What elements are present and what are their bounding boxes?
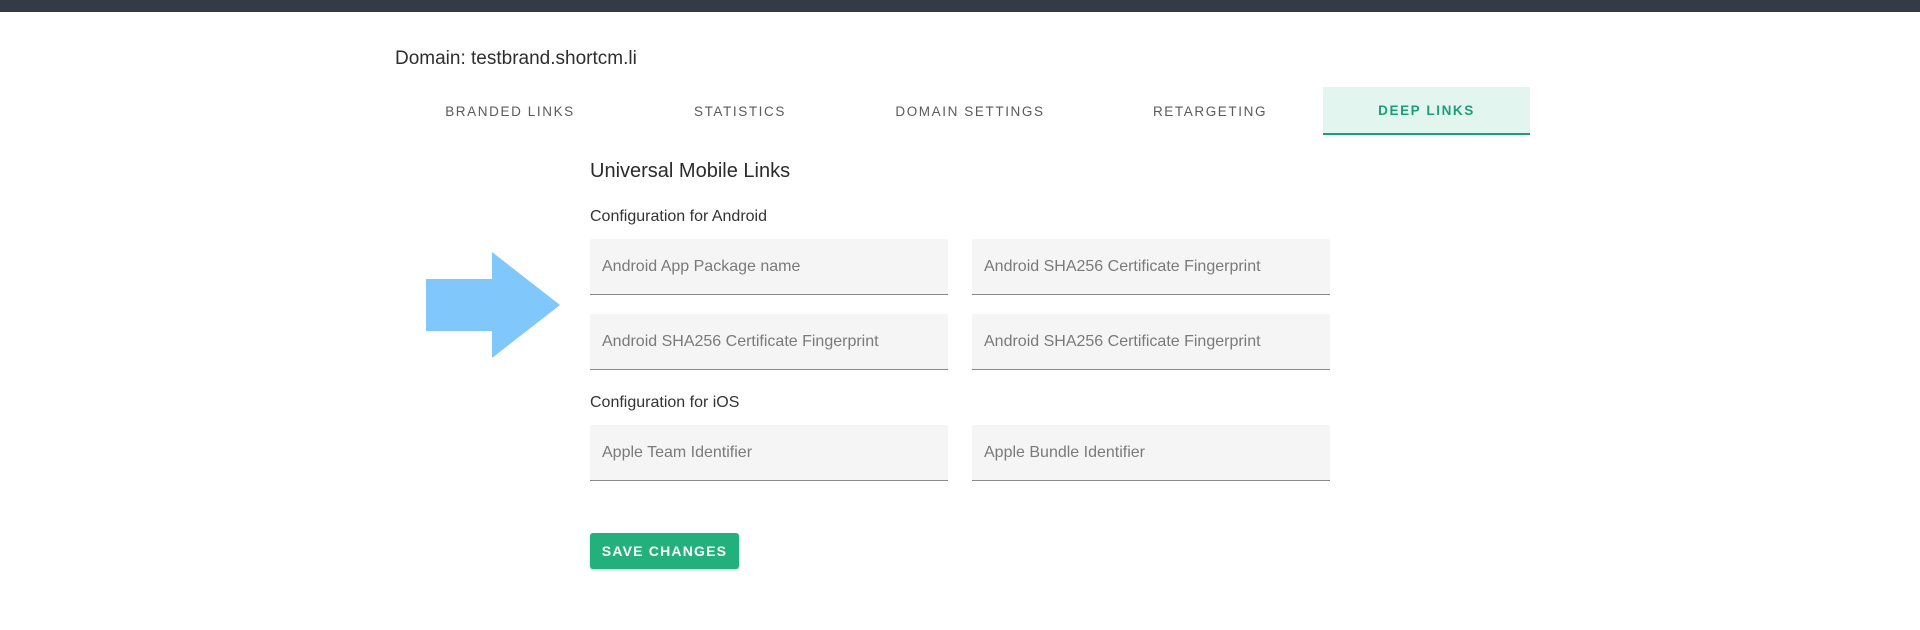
page-title: Domain: testbrand.shortcm.li — [395, 48, 637, 69]
ios-config-label: Configuration for iOS — [590, 394, 740, 411]
apple-team-identifier-input[interactable] — [590, 425, 948, 481]
tab-statistics[interactable]: STATISTICS — [625, 87, 855, 135]
android-sha256-fingerprint-input-1[interactable] — [972, 239, 1330, 295]
android-config-label: Configuration for Android — [590, 208, 767, 225]
android-sha256-fingerprint-input-3[interactable] — [972, 314, 1330, 370]
android-package-name-input[interactable] — [590, 239, 948, 295]
tab-bar: BRANDED LINKS STATISTICS DOMAIN SETTINGS… — [395, 87, 1530, 135]
android-sha256-fingerprint-input-2[interactable] — [590, 314, 948, 370]
tab-deep-links[interactable]: DEEP LINKS — [1323, 87, 1530, 135]
tab-domain-settings[interactable]: DOMAIN SETTINGS — [855, 87, 1085, 135]
apple-bundle-identifier-input[interactable] — [972, 425, 1330, 481]
top-bar — [0, 0, 1920, 12]
tab-retargeting[interactable]: RETARGETING — [1095, 87, 1325, 135]
right-arrow-icon — [426, 252, 560, 358]
tab-branded-links[interactable]: BRANDED LINKS — [395, 87, 625, 135]
section-title: Universal Mobile Links — [590, 160, 791, 182]
save-changes-button[interactable]: SAVE CHANGES — [590, 533, 739, 569]
